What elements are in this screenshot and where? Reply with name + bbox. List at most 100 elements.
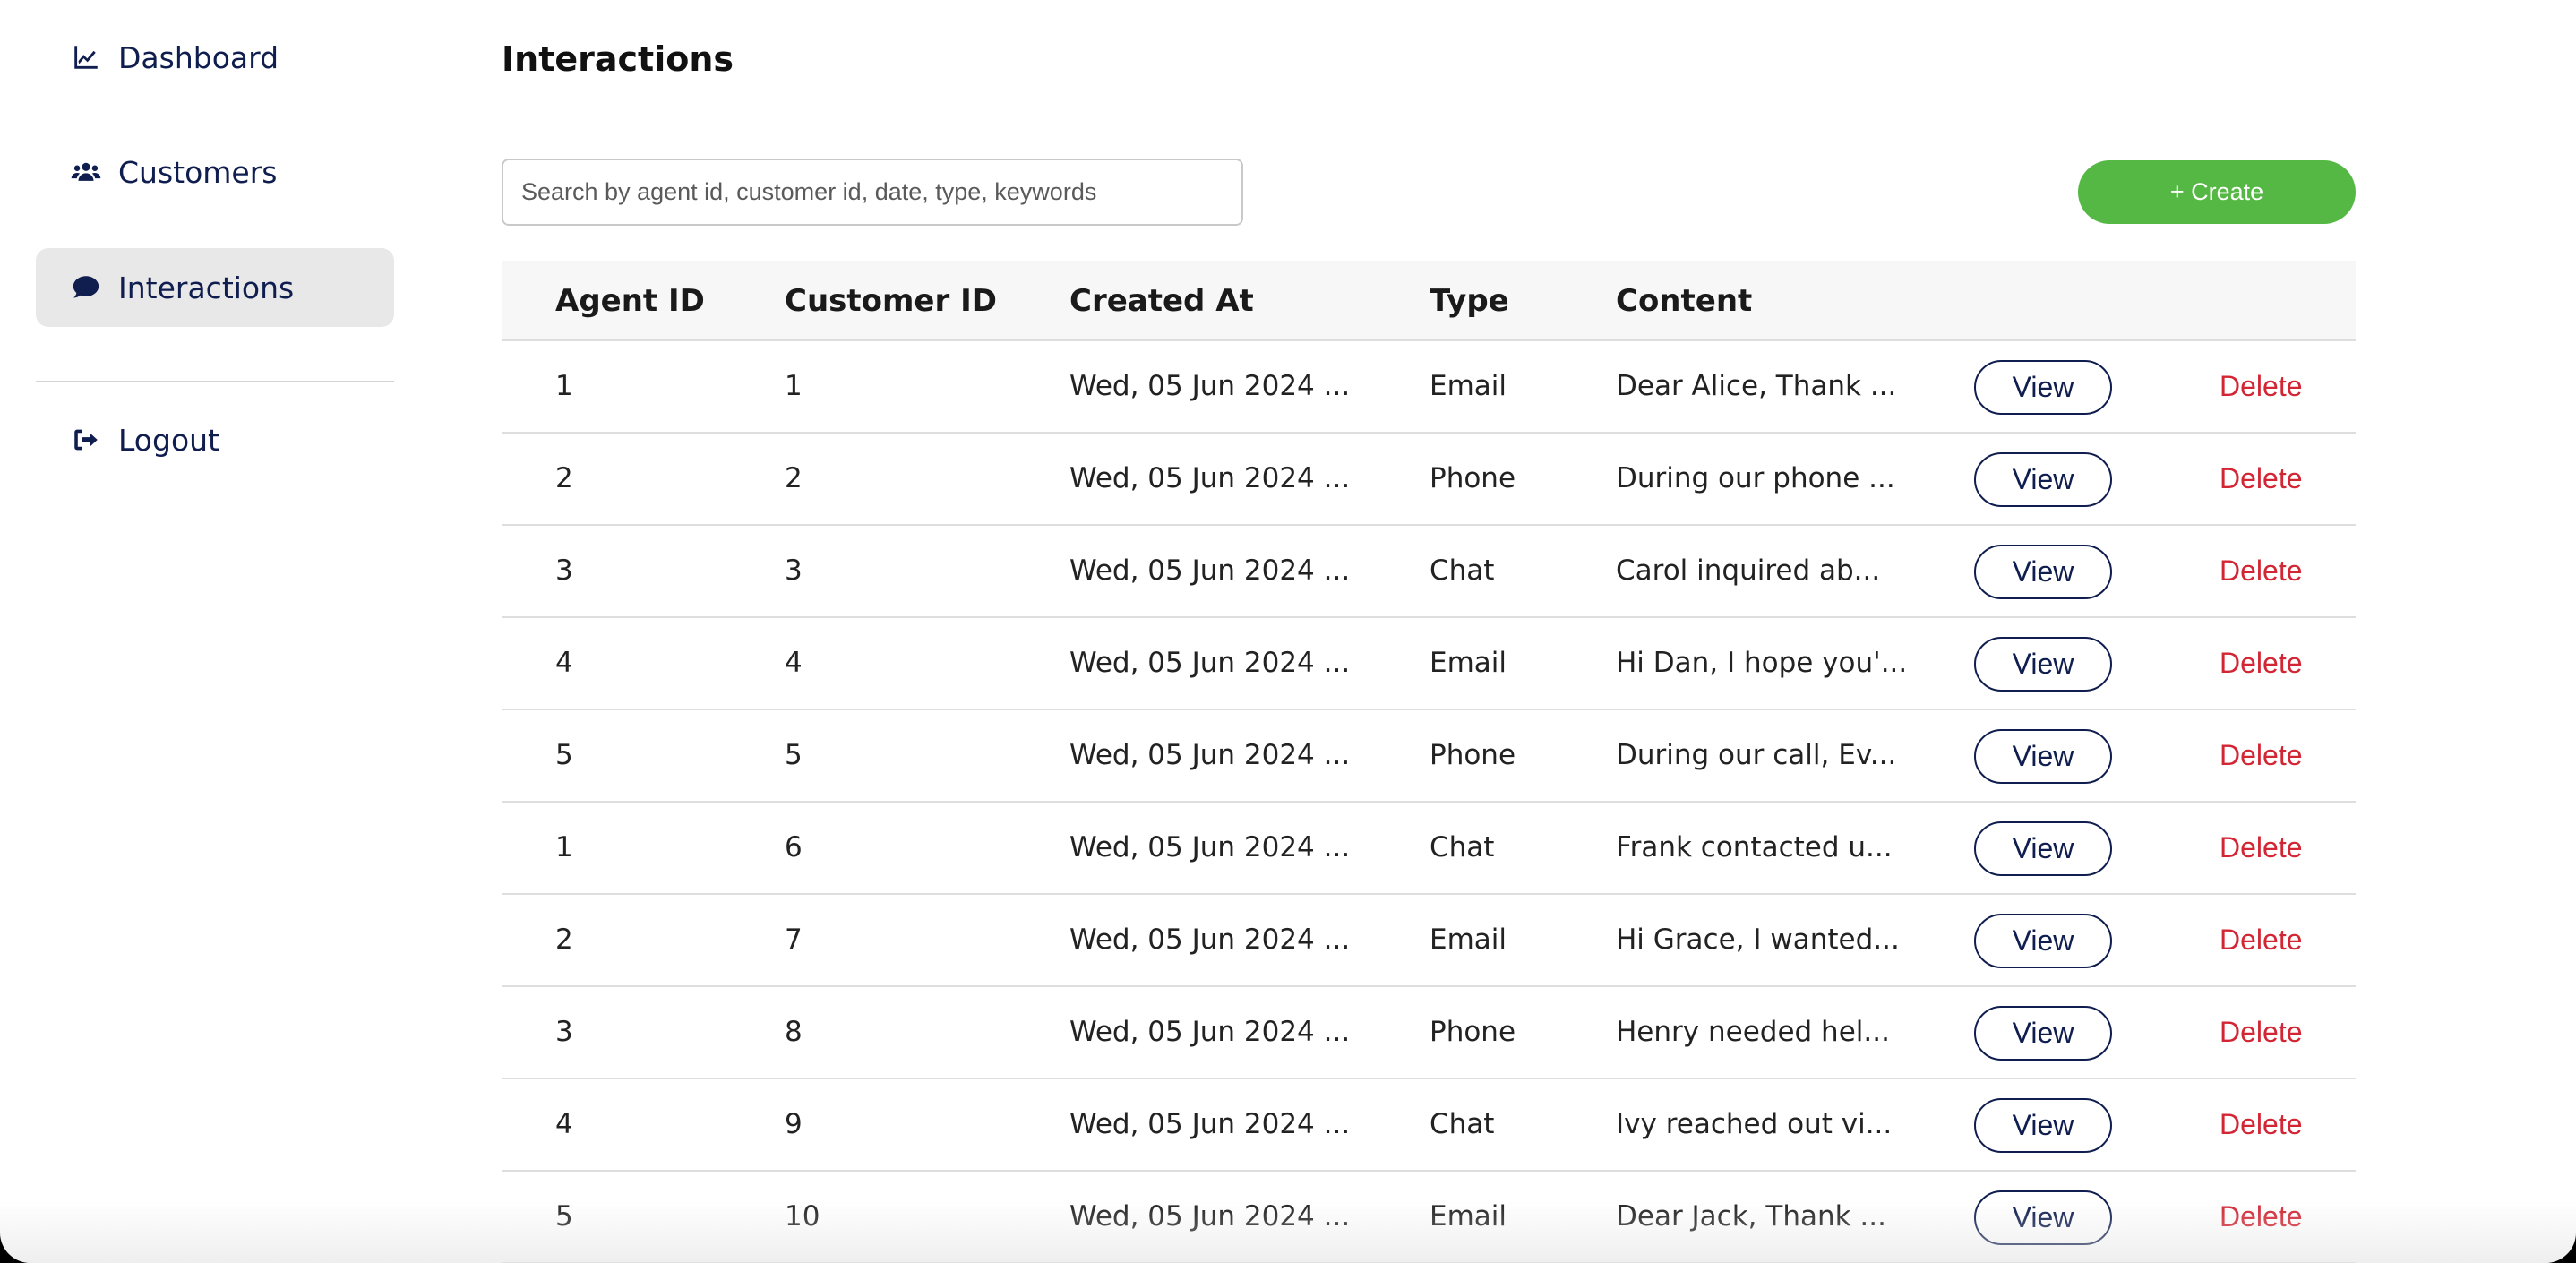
cell-customer-id: 5	[785, 739, 803, 771]
table-body: 1 1 Wed, 05 Jun 2024 ... Email Dear Alice, T…	[502, 341, 2356, 1263]
cell-customer-id: 2	[785, 462, 803, 494]
delete-link[interactable]: Delete	[2220, 803, 2303, 893]
cell-agent-id: 1	[555, 370, 573, 402]
cell-created-at: Wed, 05 Jun 2024 ...	[1069, 1200, 1351, 1233]
table-row: 1 6 Wed, 05 Jun 2024 ... Chat Frank contacte…	[502, 803, 2356, 895]
view-button[interactable]: View	[1974, 637, 2112, 692]
cell-created-at: Wed, 05 Jun 2024 ...	[1069, 647, 1351, 679]
cell-type: Chat	[1430, 1108, 1495, 1140]
cell-created-at: Wed, 05 Jun 2024 ...	[1069, 924, 1351, 956]
delete-link[interactable]: Delete	[2220, 341, 2303, 432]
cell-agent-id: 3	[555, 554, 573, 587]
view-button[interactable]: View	[1974, 1190, 2112, 1245]
column-header-agent-id: Agent ID	[555, 283, 705, 319]
delete-link[interactable]: Delete	[2220, 710, 2303, 801]
cell-content: Dear Alice, Thank ...	[1616, 370, 1897, 402]
cell-type: Phone	[1430, 462, 1516, 494]
cell-customer-id: 1	[785, 370, 803, 402]
cell-type: Email	[1430, 1200, 1507, 1233]
view-button[interactable]: View	[1974, 545, 2112, 599]
cell-content: During our phone ...	[1616, 462, 1895, 494]
chart-line-icon	[70, 41, 102, 73]
cell-type: Email	[1430, 924, 1507, 956]
cell-agent-id: 5	[555, 739, 573, 771]
cell-agent-id: 1	[555, 831, 573, 863]
delete-link[interactable]: Delete	[2220, 618, 2303, 709]
delete-link[interactable]: Delete	[2220, 434, 2303, 524]
cell-agent-id: 4	[555, 647, 573, 679]
logout-button[interactable]: Logout	[36, 400, 394, 479]
cell-customer-id: 6	[785, 831, 803, 863]
cell-agent-id: 5	[555, 1200, 573, 1233]
cell-created-at: Wed, 05 Jun 2024 ...	[1069, 739, 1351, 771]
cell-content: Ivy reached out vi...	[1616, 1108, 1893, 1140]
cell-created-at: Wed, 05 Jun 2024 ...	[1069, 831, 1351, 863]
column-header-content: Content	[1616, 283, 1753, 319]
cell-agent-id: 2	[555, 924, 573, 956]
sign-out-icon	[70, 424, 102, 456]
interactions-table: Agent ID Customer ID Created At Type Con…	[502, 261, 2356, 1263]
view-button[interactable]: View	[1974, 360, 2112, 415]
delete-link[interactable]: Delete	[2220, 1079, 2303, 1170]
search-input[interactable]	[502, 159, 1243, 226]
cell-content: During our call, Ev...	[1616, 739, 1897, 771]
logout-label: Logout	[118, 422, 219, 458]
cell-type: Email	[1430, 370, 1507, 402]
cell-created-at: Wed, 05 Jun 2024 ...	[1069, 1108, 1351, 1140]
view-button[interactable]: View	[1974, 1006, 2112, 1061]
cell-customer-id: 10	[785, 1200, 820, 1233]
delete-link[interactable]: Delete	[2220, 526, 2303, 616]
view-button[interactable]: View	[1974, 821, 2112, 876]
cell-created-at: Wed, 05 Jun 2024 ...	[1069, 462, 1351, 494]
table-row: 3 8 Wed, 05 Jun 2024 ... Phone Henry needed …	[502, 987, 2356, 1079]
sidebar-item-label: Dashboard	[118, 39, 279, 75]
cell-type: Chat	[1430, 554, 1495, 587]
cell-content: Hi Grace, I wanted...	[1616, 924, 1900, 956]
cell-agent-id: 4	[555, 1108, 573, 1140]
table-row: 2 2 Wed, 05 Jun 2024 ... Phone During our ph…	[502, 434, 2356, 526]
cell-agent-id: 2	[555, 462, 573, 494]
cell-type: Phone	[1430, 1016, 1516, 1048]
cell-created-at: Wed, 05 Jun 2024 ...	[1069, 370, 1351, 402]
cell-customer-id: 8	[785, 1016, 803, 1048]
table-row: 3 3 Wed, 05 Jun 2024 ... Chat Carol inquired…	[502, 526, 2356, 618]
table-row: 1 1 Wed, 05 Jun 2024 ... Email Dear Alice, T…	[502, 341, 2356, 434]
delete-link[interactable]: Delete	[2220, 1172, 2303, 1262]
cell-type: Phone	[1430, 739, 1516, 771]
cell-content: Carol inquired ab...	[1616, 554, 1881, 587]
table-row: 4 9 Wed, 05 Jun 2024 ... Chat Ivy reached ou…	[502, 1079, 2356, 1172]
cell-type: Chat	[1430, 831, 1495, 863]
table-row: 2 7 Wed, 05 Jun 2024 ... Email Hi Grace, I w…	[502, 895, 2356, 987]
view-button[interactable]: View	[1974, 452, 2112, 507]
cell-customer-id: 4	[785, 647, 803, 679]
cell-content: Dear Jack, Thank ...	[1616, 1200, 1886, 1233]
view-button[interactable]: View	[1974, 914, 2112, 968]
cell-content: Hi Dan, I hope you'...	[1616, 647, 1908, 679]
sidebar-item-customers[interactable]: Customers	[36, 133, 394, 211]
delete-link[interactable]: Delete	[2220, 895, 2303, 985]
sidebar-item-dashboard[interactable]: Dashboard	[36, 18, 394, 97]
sidebar-divider	[36, 381, 394, 382]
delete-link[interactable]: Delete	[2220, 987, 2303, 1078]
column-header-created-at: Created At	[1069, 283, 1254, 319]
create-button[interactable]: + Create	[2078, 160, 2356, 224]
sidebar-item-label: Interactions	[118, 270, 295, 305]
column-header-customer-id: Customer ID	[785, 283, 997, 319]
app-window: Dashboard Customers Interactions Logout …	[0, 0, 2576, 1263]
cell-agent-id: 3	[555, 1016, 573, 1048]
table-row: 4 4 Wed, 05 Jun 2024 ... Email Hi Dan, I hop…	[502, 618, 2356, 710]
table-row: 5 5 Wed, 05 Jun 2024 ... Phone During our ca…	[502, 710, 2356, 803]
cell-customer-id: 9	[785, 1108, 803, 1140]
comment-icon	[70, 271, 102, 304]
cell-created-at: Wed, 05 Jun 2024 ...	[1069, 554, 1351, 587]
cell-type: Email	[1430, 647, 1507, 679]
view-button[interactable]: View	[1974, 729, 2112, 784]
table-row: 5 10 Wed, 05 Jun 2024 ... Email Dear Jack, T…	[502, 1172, 2356, 1263]
sidebar-item-interactions[interactable]: Interactions	[36, 248, 394, 327]
cell-customer-id: 3	[785, 554, 803, 587]
users-icon	[70, 156, 102, 188]
view-button[interactable]: View	[1974, 1098, 2112, 1153]
cell-content: Henry needed hel...	[1616, 1016, 1890, 1048]
cell-content: Frank contacted u...	[1616, 831, 1893, 863]
column-header-type: Type	[1430, 283, 1509, 319]
